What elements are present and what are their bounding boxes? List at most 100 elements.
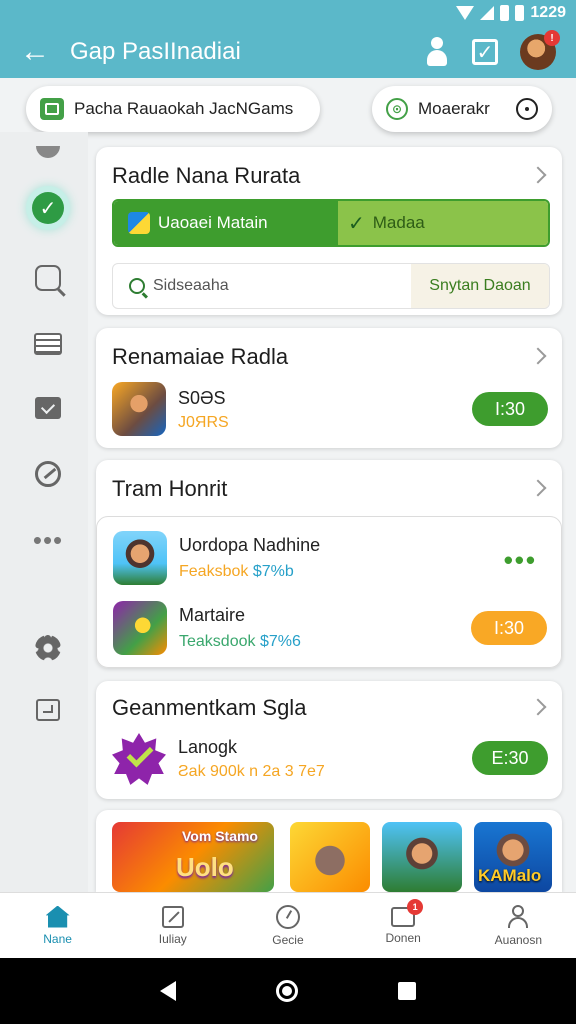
nav-downloads[interactable]: 1 Donen — [346, 893, 461, 958]
segment-left-label: Uaoaei Matain — [158, 213, 268, 232]
game-meta: J0ЯRS — [178, 414, 229, 431]
trending-card: Tram Honrit Uordopa Nadhine Feaksbok $7%… — [96, 460, 562, 668]
briefcase-icon — [35, 397, 61, 419]
chevron-right-icon[interactable] — [529, 698, 547, 716]
nav-library[interactable]: Iuliay — [115, 893, 230, 958]
recommended-card: Renamaiae Radla S0ƏS J0ЯRS I:30 — [96, 328, 562, 448]
chevron-right-icon[interactable] — [529, 347, 547, 365]
game-name: Martaire — [179, 605, 246, 625]
card-title: Tram Honrit — [112, 476, 228, 501]
downloads-icon: 1 — [391, 898, 424, 927]
card-title: Geanmentkam Sgla — [112, 695, 307, 720]
rail-item-list[interactable] — [22, 318, 74, 370]
segment-right[interactable]: ✓ Madaa — [338, 201, 548, 245]
nav-label: Auanosn — [494, 932, 543, 947]
check-circle-icon: ✓ — [32, 192, 64, 224]
rail-item-settings[interactable] — [22, 622, 74, 674]
system-home-icon[interactable] — [276, 980, 298, 1002]
home-icon — [45, 905, 70, 928]
more-dots-icon[interactable]: ••• — [504, 545, 537, 576]
status-bar: 1229 — [0, 0, 576, 26]
more-dots-icon: ••• — [32, 525, 64, 555]
app-title: Gap PasIInadiai — [70, 38, 241, 65]
gear-icon — [35, 635, 61, 661]
library-icon — [161, 905, 184, 928]
back-arrow-icon[interactable]: ← — [0, 35, 70, 69]
rail-item-partial[interactable] — [22, 126, 74, 178]
circle-badge-icon: ⊙ — [386, 98, 408, 120]
game-name: S0ƏS — [178, 388, 226, 408]
featured-tile[interactable] — [290, 822, 370, 892]
tile-subtitle: Vom Stamo — [182, 828, 258, 844]
rail-item-more[interactable]: ••• — [22, 514, 74, 566]
nav-label: Iuliay — [158, 931, 187, 946]
chevron-right-icon[interactable] — [529, 479, 547, 497]
game-thumbnail[interactable] — [112, 733, 166, 787]
gauge-icon — [35, 461, 61, 487]
featured-banner: Vom Stamo Uolo KAMalo — [96, 810, 562, 892]
segment-right-label: Madaa — [372, 213, 425, 232]
gauge-icon — [275, 904, 300, 929]
segmented-control: Uaoaei Matain ✓ Madaa — [112, 199, 550, 247]
game-name: Lanogk — [178, 737, 238, 757]
game-name: Uordopa Nadhine — [179, 535, 321, 555]
search-bar[interactable]: Sidseaaha Snytan Daoan — [112, 263, 550, 309]
check-icon: ✓ — [348, 212, 365, 235]
system-nav-bar — [0, 958, 576, 1024]
bottom-nav: Nane Iuliay Gecie 1 Donen Auanosn — [0, 892, 576, 958]
segment-left[interactable]: Uaoaei Matain — [114, 201, 338, 245]
nav-label: Donen — [385, 930, 421, 945]
price-button[interactable]: I:30 — [471, 611, 547, 645]
wifi-icon — [456, 6, 475, 20]
filter-chip-right[interactable]: ⊙ Moaerakr — [372, 86, 552, 132]
checkbox-icon[interactable]: ✓ — [472, 39, 498, 65]
side-rail: ✓ ••• — [0, 132, 88, 892]
tile-title: KAMalo — [478, 866, 542, 885]
game-thumbnail[interactable] — [113, 601, 167, 655]
avatar[interactable]: ! — [520, 30, 560, 70]
search-card: Radle Nana Rurata Uaoaei Matain ✓ Madaa … — [96, 147, 562, 315]
card-title: Renamaiae Radla — [112, 344, 289, 369]
game-card: Geanmentkam Sgla Lanogk Ƨak 900k n 2a 3 … — [96, 681, 562, 799]
clock-icon[interactable] — [516, 98, 538, 120]
nav-gauge[interactable]: Gecie — [230, 893, 345, 958]
filter-chip-right-label: Moaerakr — [418, 99, 490, 118]
game-thumbnail[interactable] — [112, 382, 166, 436]
nav-home[interactable]: Nane — [0, 893, 115, 958]
price-button[interactable]: I:30 — [472, 392, 548, 426]
card-title: Radle Nana Rurata — [112, 163, 301, 188]
app-mini-icon — [128, 212, 150, 234]
search-icon — [129, 278, 145, 294]
app-bar: ← Gap PasIInadiai ✓ ! — [0, 26, 576, 78]
search-input[interactable]: Sidseaaha — [153, 277, 411, 295]
system-back-icon[interactable] — [160, 981, 176, 1001]
search-button[interactable]: Snytan Daoan — [411, 264, 549, 308]
rail-item-checked[interactable]: ✓ — [22, 182, 74, 234]
signal-icon — [480, 6, 495, 20]
notification-badge: ! — [544, 30, 560, 46]
battery-icon — [500, 5, 510, 21]
game-meta: Teaksdook $7%6 — [179, 633, 301, 650]
system-recents-icon[interactable] — [398, 982, 416, 1000]
rail-item-search[interactable] — [22, 252, 74, 304]
nav-account[interactable]: Auanosn — [461, 893, 576, 958]
rail-item-exit[interactable] — [22, 684, 74, 736]
filter-chip-left-label: Pacha Rauaokah JacNGams — [74, 99, 294, 118]
status-time: 1229 — [530, 4, 566, 21]
game-thumbnail[interactable] — [113, 531, 167, 585]
featured-tile[interactable]: KAMalo — [474, 822, 552, 892]
external-icon — [36, 699, 60, 721]
rail-item-gauge[interactable] — [22, 448, 74, 500]
game-meta: Feaksbok $7%b — [179, 563, 294, 580]
rail-item-briefcase[interactable] — [22, 382, 74, 434]
featured-tile[interactable]: Vom Stamo Uolo — [112, 822, 274, 892]
list-icon — [34, 333, 62, 355]
chevron-right-icon[interactable] — [529, 166, 547, 184]
person-icon[interactable] — [424, 37, 450, 67]
tile-title: Uolo — [176, 852, 234, 882]
game-meta: Ƨak 900k n 2a 3 7e7 — [178, 763, 325, 780]
search-icon — [35, 265, 61, 291]
price-button[interactable]: E:30 — [472, 741, 548, 775]
notification-badge: 1 — [407, 898, 424, 915]
featured-tile[interactable] — [382, 822, 462, 892]
